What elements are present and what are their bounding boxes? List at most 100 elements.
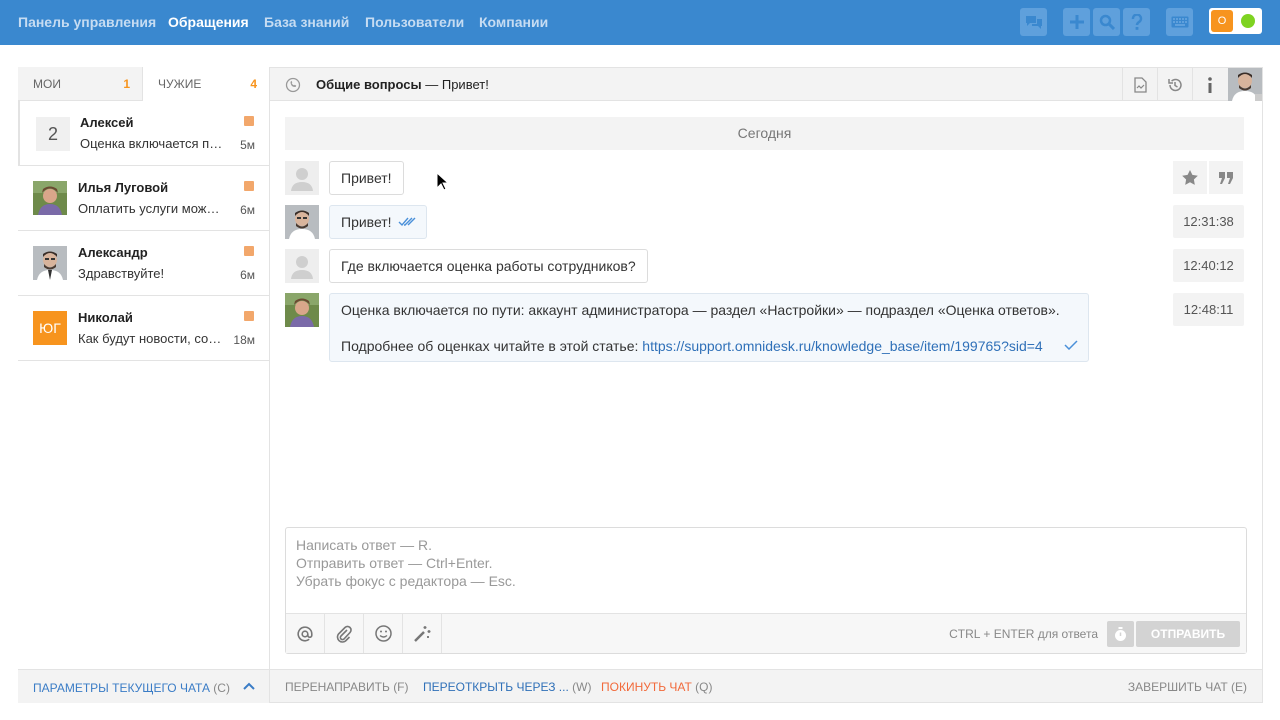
export-button[interactable] [1122, 68, 1157, 101]
star-icon [1182, 170, 1198, 185]
message-bubble: Где включается оценка работы сотрудников… [329, 249, 648, 283]
agent-avatar [285, 205, 319, 239]
message-text: Оценка включается по пути: аккаунт админ… [341, 302, 1060, 318]
keyboard-shortcuts-button[interactable] [1166, 8, 1193, 36]
mouse-cursor-icon [436, 172, 448, 191]
finish-key: (E) [1231, 680, 1247, 694]
tab-mine[interactable]: МОИ 1 [18, 67, 143, 101]
question-icon [1131, 14, 1142, 30]
chat-list-sidebar: МОИ 1 ЧУЖИЕ 4 2 Алексей Оценка включаетс… [18, 67, 270, 703]
message-text: Подробнее об оценках читайте в этой стат… [341, 338, 643, 354]
nav-knowledge-base[interactable]: База знаний [264, 14, 349, 30]
paperclip-icon [336, 625, 352, 643]
status-toggle[interactable]: O [1209, 8, 1262, 34]
reopen-button[interactable]: ПЕРЕОТКРЫТЬ ЧЕРЕЗ ... (W) [423, 680, 591, 694]
chat-time: 6м [240, 268, 255, 282]
chat-contact-name: Николай [78, 310, 133, 325]
leave-key: (Q) [695, 680, 713, 694]
templates-button[interactable] [403, 614, 442, 653]
chat-time: 18м [233, 333, 255, 347]
chat-preview: Как будут новости, сообщите [78, 331, 226, 346]
plus-icon [1069, 15, 1084, 29]
viber-icon [285, 77, 301, 93]
history-icon [1168, 78, 1182, 91]
nav-dashboard[interactable]: Панель управления [18, 14, 156, 30]
date-separator: Сегодня [285, 117, 1244, 150]
finish-chat-button[interactable]: ЗАВЕРШИТЬ ЧАТ (E) [1128, 680, 1247, 694]
mention-button[interactable] [286, 614, 325, 653]
chat-contact-name: Александр [78, 245, 148, 260]
client-avatar [285, 161, 319, 195]
chat-tabs: МОИ 1 ЧУЖИЕ 4 [18, 67, 269, 101]
chat-title-dash: — [425, 77, 439, 92]
chat-list-item[interactable]: Илья Луговой Оплатить услуги можно карто… [18, 166, 269, 231]
chat-list-item[interactable]: ЮГ Николай Как будут новости, сообщите 1… [18, 296, 269, 361]
nav-users[interactable]: Пользователи [365, 14, 464, 30]
avatar [33, 246, 67, 280]
priority-flag-icon [244, 116, 254, 126]
keyboard-icon [1171, 16, 1188, 28]
chat-actions-bar: ПЕРЕНАПРАВИТЬ (F) ПЕРЕОТКРЫТЬ ЧЕРЕЗ ... … [270, 669, 1262, 702]
chat-preview: Здравствуйте! [78, 266, 165, 281]
chat-bubbles-icon [1025, 16, 1042, 29]
chat-contact-name: Алексей [80, 115, 134, 130]
send-shortcut-hint: CTRL + ENTER для ответа [949, 627, 1098, 641]
agent-avatar [285, 293, 319, 327]
editor-placeholder-line: Написать ответ — R. [296, 537, 433, 553]
help-button[interactable] [1123, 8, 1150, 36]
chat-preview: Оплатить услуги можно картой [78, 201, 226, 216]
chat-contact-name: Илья Луговой [78, 180, 169, 195]
client-avatar [285, 249, 319, 283]
reply-editor[interactable]: Написать ответ — R. Отправить ответ — Ct… [285, 527, 1247, 654]
at-sign-icon [297, 625, 313, 642]
message-time: 12:31:38 [1173, 205, 1244, 238]
chat-list-item[interactable]: 2 Алексей Оценка включается по пути: акк… [18, 101, 269, 166]
current-chat-params[interactable]: ПАРАМЕТРЫ ТЕКУЩЕГО ЧАТА (C) [18, 669, 269, 703]
emoji-button[interactable] [364, 614, 403, 653]
search-button[interactable] [1093, 8, 1120, 36]
chevron-up-icon[interactable] [243, 682, 255, 690]
delayed-send-button[interactable] [1107, 621, 1134, 647]
nav-companies[interactable]: Компании [479, 14, 548, 30]
quote-button[interactable] [1209, 161, 1243, 194]
chat-bubbles-button[interactable] [1020, 8, 1047, 36]
tab-others[interactable]: ЧУЖИЕ 4 [143, 67, 269, 101]
chat-time: 5м [240, 138, 255, 152]
knowledge-base-link[interactable]: https://support.omnidesk.ru/knowledge_ba… [642, 338, 1042, 354]
info-button[interactable] [1192, 68, 1227, 101]
chat-group: Общие вопросы [316, 77, 422, 92]
agent-avatar[interactable] [1228, 68, 1262, 101]
finish-label: ЗАВЕРШИТЬ ЧАТ [1127, 680, 1228, 694]
double-check-icon [398, 217, 416, 227]
nav-tickets[interactable]: Обращения [168, 14, 249, 30]
chat-list-item[interactable]: Александр Здравствуйте! 6м [18, 231, 269, 296]
chat-time: 6м [240, 203, 255, 217]
send-button[interactable]: ОТПРАВИТЬ [1136, 621, 1240, 647]
message-bubble: Привет! [329, 205, 427, 239]
priority-flag-icon [244, 311, 254, 321]
chat-subject: Привет! [441, 77, 489, 92]
leave-chat-button[interactable]: ПОКИНУТЬ ЧАТ (Q) [601, 680, 712, 694]
attach-button[interactable] [325, 614, 364, 653]
avatar: ЮГ [33, 311, 67, 345]
message-bubble: Оценка включается по пути: аккаунт админ… [329, 293, 1089, 362]
add-button[interactable] [1063, 8, 1090, 36]
avatar [33, 181, 67, 215]
editor-toolbar: CTRL + ENTER для ответа ОТПРАВИТЬ [286, 613, 1246, 653]
magic-wand-icon [414, 625, 431, 642]
editor-placeholder-line: Убрать фокус с редактора — Esc. [296, 573, 516, 589]
top-navigation: Панель управления Обращения База знаний … [0, 0, 1280, 45]
chat-header: Общие вопросы — Привет! [270, 68, 1262, 101]
online-indicator [1241, 14, 1255, 28]
redirect-button[interactable]: ПЕРЕНАПРАВИТЬ (F) [285, 680, 409, 694]
chat-title: Общие вопросы — Привет! [316, 77, 489, 92]
chat-preview: Оценка включается по пути: аккаунт [80, 136, 228, 151]
current-chat-params-key: (C) [213, 681, 230, 695]
favorite-button[interactable] [1173, 161, 1207, 194]
message-time: 12:48:11 [1173, 293, 1244, 326]
smiley-icon [374, 625, 392, 642]
history-button[interactable] [1157, 68, 1192, 101]
message-time: 12:40:12 [1173, 249, 1244, 282]
message-text: Привет! [341, 214, 392, 230]
unread-count-badge: 2 [36, 117, 70, 151]
